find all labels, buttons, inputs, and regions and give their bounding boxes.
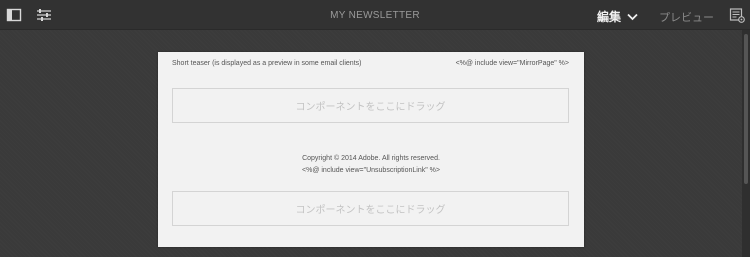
preview-button[interactable]: プレビュー [659,9,714,25]
unsubscription-include: <%@ include view="UnsubscriptionLink" %> [302,167,440,174]
short-teaser-text[interactable]: Short teaser (is displayed as a preview … [172,60,361,67]
mirror-page-include: <%@ include view="MirrorPage" %> [455,60,569,67]
mode-selector-label: 編集 [597,10,622,24]
chevron-down-icon [627,13,638,20]
component-dropzone-top[interactable]: コンポーネントをここにドラッグ [172,88,569,123]
editor-app: MY NEWSLETTER 編集 プレビュー Short teaser (is … [0,0,750,257]
sidebar-toggle-icon[interactable] [6,7,22,23]
copyright-text[interactable]: Copyright © 2014 Adobe. All rights reser… [158,155,584,162]
page-properties-icon[interactable] [36,7,52,23]
dropzone-label: コンポーネントをここにドラッグ [295,102,446,113]
component-dropzone-bottom[interactable]: コンポーネントをここにドラッグ [172,191,569,226]
mode-selector[interactable]: 編集 [597,8,638,25]
scrollbar-thumb[interactable] [744,34,748,184]
newsletter-page: Short teaser (is displayed as a preview … [158,52,584,247]
dropzone-label: コンポーネントをここにドラッグ [295,205,446,216]
top-toolbar: MY NEWSLETTER 編集 プレビュー [0,0,750,30]
workspace-scrollbar[interactable] [742,30,750,257]
page-information-icon[interactable] [729,7,745,23]
